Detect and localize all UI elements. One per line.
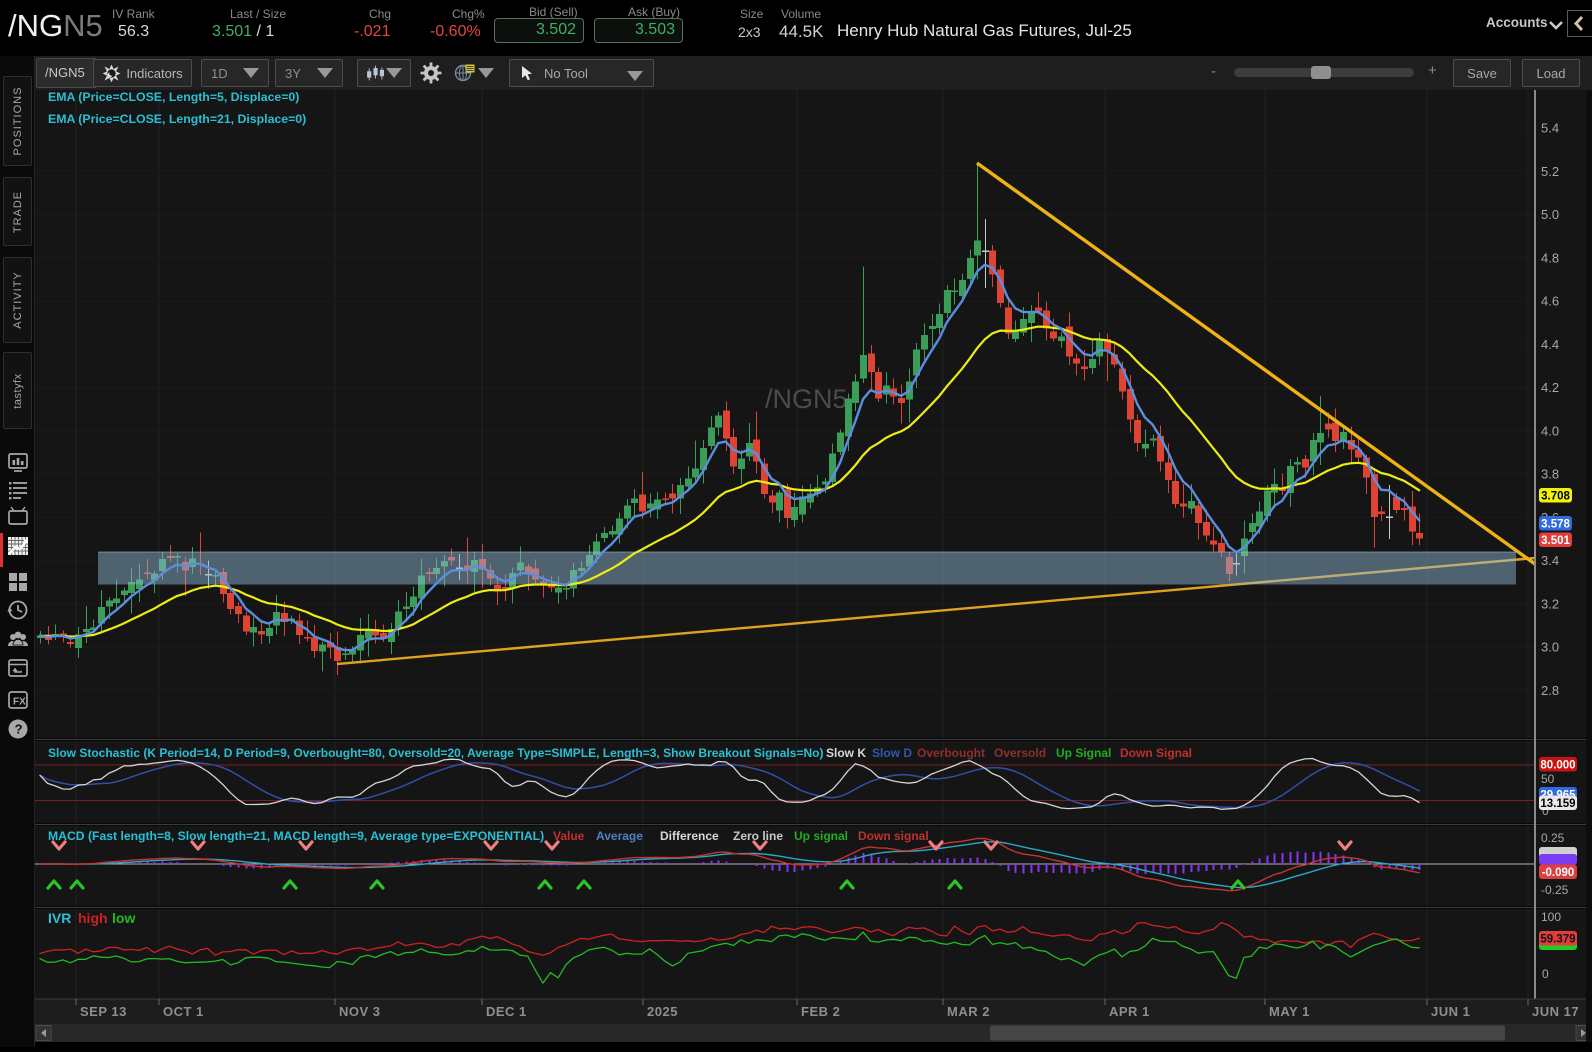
- svg-text:-0.090: -0.090: [1542, 867, 1575, 879]
- svg-text:Oversold: Oversold: [994, 746, 1046, 760]
- svg-text:MAR 2: MAR 2: [947, 1004, 990, 1019]
- svg-text:/NGN5: /NGN5: [765, 384, 848, 414]
- svg-text:Down Signal: Down Signal: [1120, 746, 1192, 760]
- svg-text:Overbought: Overbought: [917, 746, 985, 760]
- svg-text:Slow Stochastic (K Period=14,: Slow Stochastic (K Period=14, D Period=9…: [48, 746, 823, 760]
- svg-text:Average: Average: [596, 829, 643, 843]
- svg-text:3.2: 3.2: [1541, 596, 1559, 611]
- svg-text:OCT 1: OCT 1: [163, 1004, 204, 1019]
- svg-text:4.0: 4.0: [1541, 423, 1559, 438]
- svg-text:Down signal: Down signal: [858, 829, 929, 843]
- svg-text:-0.25: -0.25: [1541, 883, 1569, 897]
- svg-text:5.0: 5.0: [1541, 207, 1559, 222]
- svg-text:0.25: 0.25: [1541, 831, 1565, 845]
- svg-text:4.8: 4.8: [1541, 250, 1559, 265]
- svg-text:DEC 1: DEC 1: [486, 1004, 527, 1019]
- svg-text:MAY 1: MAY 1: [1269, 1004, 1310, 1019]
- svg-text:IVR: IVR: [48, 910, 71, 926]
- svg-text:4.4: 4.4: [1541, 337, 1559, 352]
- svg-text:3.578: 3.578: [1541, 518, 1570, 530]
- svg-text:2025: 2025: [647, 1004, 678, 1019]
- svg-text:5.2: 5.2: [1541, 164, 1559, 179]
- svg-text:Value: Value: [553, 829, 585, 843]
- svg-text:SEP 13: SEP 13: [80, 1004, 127, 1019]
- svg-text:Zero line: Zero line: [733, 829, 783, 843]
- svg-text:4.2: 4.2: [1541, 380, 1559, 395]
- svg-text:3.708: 3.708: [1541, 490, 1570, 502]
- svg-text:3.0: 3.0: [1541, 640, 1559, 655]
- svg-text:EMA (Price=CLOSE, Length=5, Di: EMA (Price=CLOSE, Length=5, Displace=0): [48, 90, 299, 104]
- svg-text:13.159: 13.159: [1540, 798, 1575, 810]
- svg-text:low: low: [112, 910, 135, 926]
- svg-text:Slow K: Slow K: [826, 746, 866, 760]
- svg-text:Up Signal: Up Signal: [1056, 746, 1111, 760]
- svg-text:high: high: [78, 910, 108, 926]
- svg-text:3.501: 3.501: [1541, 535, 1570, 547]
- svg-text:100: 100: [1541, 910, 1561, 924]
- svg-text:EMA (Price=CLOSE, Length=21, D: EMA (Price=CLOSE, Length=21, Displace=0): [48, 112, 306, 126]
- svg-text:Up signal: Up signal: [794, 829, 848, 843]
- svg-text:NOV 3: NOV 3: [339, 1004, 381, 1019]
- svg-text:5.4: 5.4: [1541, 121, 1559, 136]
- svg-text:Difference: Difference: [660, 829, 719, 843]
- svg-text:80.000: 80.000: [1540, 759, 1575, 771]
- svg-text:2.8: 2.8: [1541, 683, 1559, 698]
- svg-text:JUN 17: JUN 17: [1532, 1004, 1579, 1019]
- svg-text:50: 50: [1541, 772, 1555, 786]
- svg-text:APR 1: APR 1: [1109, 1004, 1150, 1019]
- svg-text:0: 0: [1542, 967, 1549, 981]
- svg-text:?: ?: [15, 722, 23, 737]
- svg-text:3.4: 3.4: [1541, 553, 1559, 568]
- svg-text:MACD (Fast length=8, Slow leng: MACD (Fast length=8, Slow length=21, MAC…: [48, 829, 544, 843]
- svg-text:FEB 2: FEB 2: [801, 1004, 840, 1019]
- svg-text:59.379: 59.379: [1540, 933, 1575, 945]
- svg-text:3.8: 3.8: [1541, 467, 1559, 482]
- svg-text:4.6: 4.6: [1541, 294, 1559, 309]
- svg-text:Slow D: Slow D: [872, 746, 912, 760]
- svg-text:JUN 1: JUN 1: [1431, 1004, 1470, 1019]
- svg-text:FX: FX: [13, 697, 26, 708]
